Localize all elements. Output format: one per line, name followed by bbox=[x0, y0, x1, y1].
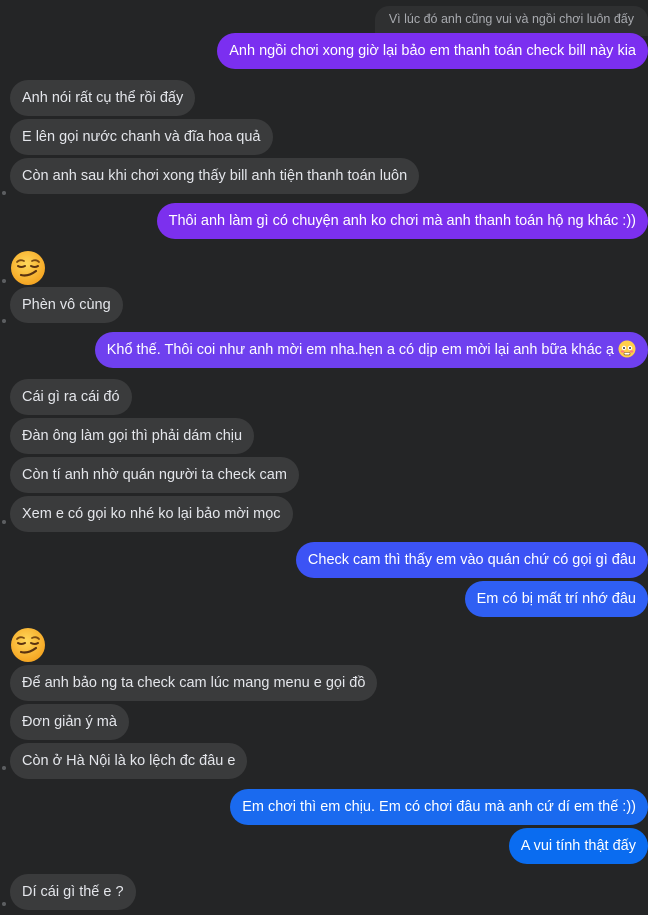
read-receipt-dot bbox=[2, 902, 6, 906]
read-receipt-dot bbox=[2, 279, 6, 283]
reply-quote[interactable]: Vì lúc đó anh cũng vui và ngồi chơi luôn… bbox=[374, 6, 648, 36]
outgoing-message[interactable]: Thôi anh làm gì có chuyện anh ko chơi mà… bbox=[156, 203, 648, 239]
incoming-message[interactable]: Dí cái gì thế e ? bbox=[10, 874, 136, 910]
incoming-message[interactable]: Còn anh sau khi chơi xong thấy bill anh … bbox=[10, 158, 420, 194]
outgoing-message[interactable]: Em có bị mất trí nhớ đâu bbox=[464, 581, 648, 617]
incoming-message[interactable]: Đàn ông làm gọi thì phải dám chịu bbox=[10, 418, 255, 454]
incoming-message[interactable]: Đơn giản ý mà bbox=[10, 704, 129, 740]
outgoing-message[interactable]: Em chơi thì em chịu. Em có chơi đâu mà a… bbox=[230, 789, 648, 825]
outgoing-message[interactable]: Khổ thế. Thôi coi như anh mời em nha.hẹn… bbox=[94, 332, 648, 368]
outgoing-message[interactable]: A vui tính thật đấy bbox=[508, 828, 648, 864]
read-receipt-dot bbox=[2, 191, 6, 195]
chat-thread: Vì lúc đó anh cũng vui và ngồi chơi luôn… bbox=[0, 0, 648, 915]
incoming-message[interactable]: Phèn vô cùng bbox=[10, 287, 123, 323]
read-receipt-dot bbox=[2, 766, 6, 770]
smirk-face-icon[interactable] bbox=[10, 627, 46, 663]
outgoing-message[interactable]: Anh ngồi chơi xong giờ lại bảo em thanh … bbox=[217, 33, 648, 69]
incoming-message[interactable]: Còn tí anh nhờ quán người ta check cam bbox=[10, 457, 299, 493]
incoming-message[interactable]: Anh nói rất cụ thể rồi đấy bbox=[10, 80, 196, 116]
incoming-message[interactable]: Cái gì ra cái đó bbox=[10, 379, 132, 415]
flushed-face-icon bbox=[618, 339, 636, 358]
outgoing-message[interactable]: Check cam thì thấy em vào quán chứ có gọ… bbox=[295, 542, 648, 578]
incoming-message[interactable]: Còn ở Hà Nội là ko lệch đc đâu e bbox=[10, 743, 248, 779]
incoming-message[interactable]: E lên gọi nước chanh và đĩa hoa quả bbox=[10, 119, 273, 155]
smirk-face-icon[interactable] bbox=[10, 250, 46, 286]
incoming-message[interactable]: Xem e có gọi ko nhé ko lại bảo mời mọc bbox=[10, 496, 293, 532]
read-receipt-dot bbox=[2, 319, 6, 323]
read-receipt-dot bbox=[2, 520, 6, 524]
outgoing-message-text: Khổ thế. Thôi coi như anh mời em nha.hẹn… bbox=[106, 342, 614, 358]
incoming-message[interactable]: Để anh bảo ng ta check cam lúc mang menu… bbox=[10, 665, 378, 701]
